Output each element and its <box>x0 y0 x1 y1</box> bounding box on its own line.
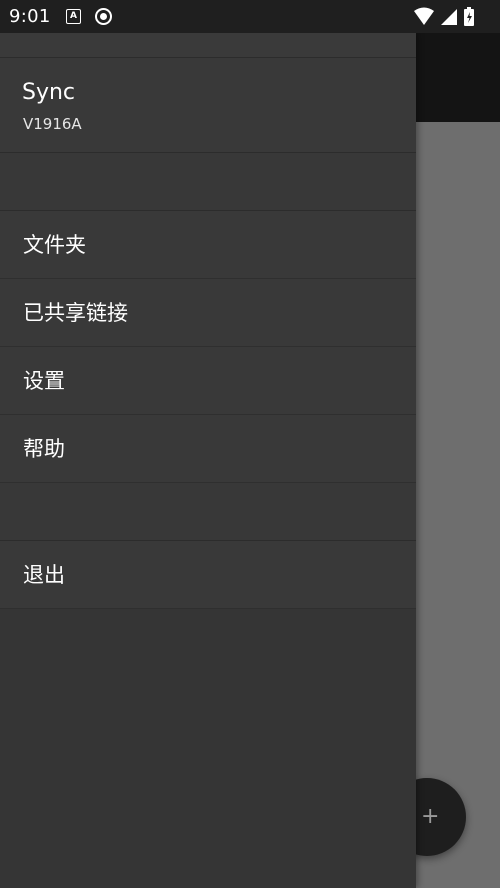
status-icons <box>412 6 492 32</box>
circle-notification-icon <box>95 8 112 25</box>
account-name: Sync <box>22 80 76 105</box>
menu-item-help[interactable]: 帮助 <box>0 415 416 483</box>
menu-item-shared-links[interactable]: 已共享链接 <box>0 279 416 347</box>
menu-item-label: 设置 <box>23 369 65 393</box>
status-time: 9:01 <box>9 6 51 27</box>
plus-icon: + <box>421 804 440 829</box>
a-notification-icon: A <box>66 9 81 24</box>
drawer-spacer <box>0 483 416 541</box>
drawer-spacer <box>0 153 416 211</box>
menu-item-folders[interactable]: 文件夹 <box>0 211 416 279</box>
wifi-icon <box>414 7 434 25</box>
menu-item-label: 文件夹 <box>23 233 86 257</box>
account-header[interactable]: Sync V1916A <box>0 58 416 153</box>
status-bar: 9:01 A <box>0 0 500 33</box>
signal-icon <box>441 9 457 25</box>
drawer-top-strip <box>0 33 416 58</box>
navigation-drawer: Sync V1916A 文件夹 已共享链接 设置 帮助 退出 <box>0 33 416 888</box>
account-device: V1916A <box>23 115 82 133</box>
logout-label: 退出 <box>23 563 65 587</box>
menu-item-label: 帮助 <box>23 437 65 461</box>
logout-button[interactable]: 退出 <box>0 541 416 609</box>
menu-item-label: 已共享链接 <box>23 301 128 325</box>
menu-item-settings[interactable]: 设置 <box>0 347 416 415</box>
battery-icon <box>464 7 474 26</box>
drawer-empty-area <box>0 609 416 888</box>
